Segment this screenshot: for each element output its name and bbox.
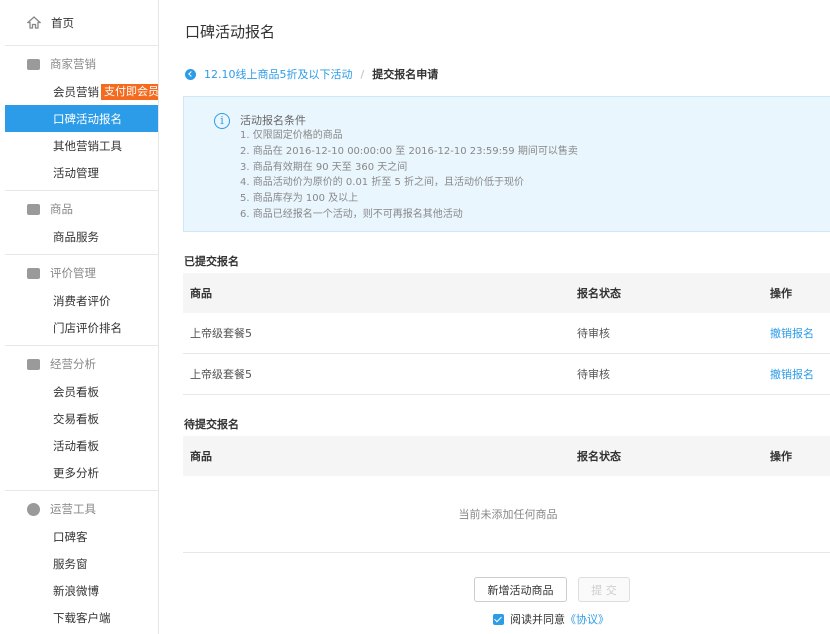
notice-item: 2. 商品在 2016-12-10 00:00:00 至 2016-12-10 … (240, 145, 578, 157)
sidebar-item-consumer-review[interactable]: 消费者评价 (5, 287, 158, 314)
notice-item: 4. 商品活动价为原价的 0.01 折至 5 折之间，且活动价低于现价 (240, 177, 525, 189)
sidebar-group-operations: 运营工具 口碑客 服务窗 新浪微博 下载客户端 (5, 495, 158, 634)
empty-state: 当前未添加任何商品 (183, 476, 830, 553)
sidebar-item-label: 会员看板 (53, 384, 99, 399)
operations-icon (27, 502, 40, 516)
sidebar-item-label: 首页 (51, 15, 74, 30)
sidebar-group-marketing: 商家营销 会员营销 支付即会员 口碑活动报名 其他营销工具 活动管理 (5, 50, 158, 191)
sidebar-item-koubeike[interactable]: 口碑客 (5, 523, 158, 550)
sidebar-item-label: 门店评价排名 (53, 320, 122, 335)
submitted-section-title: 已提交报名 (184, 255, 239, 268)
agreement: 阅读并同意 《协议》 (493, 611, 609, 627)
sidebar-group-head[interactable]: 运营工具 (5, 495, 158, 523)
sidebar-item-member-marketing[interactable]: 会员营销 支付即会员 (5, 78, 158, 105)
sidebar-item-more-analysis[interactable]: 更多分析 (5, 459, 158, 486)
sidebar-item-goods-service[interactable]: 商品服务 (5, 223, 158, 250)
sidebar-item-label: 交易看板 (53, 411, 99, 426)
product-cell: 上帝级套餐5 (190, 327, 252, 340)
table-header: 商品 报名状态 操作 (183, 273, 830, 313)
breadcrumb-link[interactable]: 12.10线上商品5折及以下活动 (204, 66, 353, 82)
sidebar-group-title: 商家营销 (50, 57, 96, 71)
sidebar-item-label: 活动管理 (53, 165, 99, 180)
status-cell: 待审核 (577, 327, 610, 340)
sidebar-item-label: 口碑活动报名 (53, 111, 122, 126)
sidebar-item-home[interactable]: 首页 (5, 0, 158, 46)
breadcrumb-separator: / (360, 67, 365, 81)
column-header: 报名状态 (577, 287, 621, 300)
table-header: 商品 报名状态 操作 (183, 436, 830, 476)
conditions-notice: i 活动报名条件 1. 仅限固定价格的商品 2. 商品在 2016-12-10 … (183, 96, 830, 232)
sidebar-group-title: 评价管理 (50, 266, 96, 280)
sidebar-item-label: 其他营销工具 (53, 138, 122, 153)
sidebar-group-goods: 商品 商品服务 (5, 195, 158, 255)
agreement-checkbox[interactable] (493, 613, 504, 625)
page-title: 口碑活动报名 (185, 23, 276, 41)
cancel-registration-link[interactable]: 撤销报名 (770, 325, 830, 341)
goods-icon (27, 203, 40, 215)
back-arrow-icon[interactable] (185, 68, 196, 80)
sidebar-group-analysis: 经营分析 会员看板 交易看板 活动看板 更多分析 (5, 350, 158, 491)
sidebar-item-label: 更多分析 (53, 465, 99, 480)
sidebar-group-title: 商品 (50, 202, 73, 216)
column-header: 商品 (190, 450, 212, 463)
sidebar-item-label: 服务窗 (53, 556, 88, 571)
agreement-text: 阅读并同意 (510, 613, 565, 626)
sidebar-item-label: 口碑客 (53, 529, 88, 544)
notice-item: 6. 商品已经报名一个活动，则不可再报名其他活动 (240, 208, 463, 220)
sidebar-item-trade-board[interactable]: 交易看板 (5, 405, 158, 432)
sidebar-group-head[interactable]: 评价管理 (5, 259, 158, 287)
column-header: 操作 (770, 287, 792, 300)
status-cell: 待审核 (577, 368, 610, 381)
notice-list: 1. 仅限固定价格的商品 2. 商品在 2016-12-10 00:00:00 … (240, 128, 578, 223)
sidebar-item-label: 新浪微博 (53, 583, 99, 598)
home-icon (27, 16, 41, 29)
sidebar-group-title: 经营分析 (50, 357, 96, 371)
breadcrumb: 12.10线上商品5折及以下活动 / 提交报名申请 (185, 66, 438, 82)
info-icon: i (214, 113, 230, 129)
submitted-table: 商品 报名状态 操作 上帝级套餐5 待审核 撤销报名 上帝级套餐5 待审核 撤销… (183, 273, 830, 395)
notice-item: 3. 商品有效期在 90 天至 360 天之间 (240, 161, 408, 173)
notice-item: 5. 商品库存为 100 及以上 (240, 193, 359, 205)
sidebar-group-head[interactable]: 商品 (5, 195, 158, 223)
sidebar-item-label: 消费者评价 (53, 293, 111, 308)
sidebar-item-weibo[interactable]: 新浪微博 (5, 577, 158, 604)
product-cell: 上帝级套餐5 (190, 368, 252, 381)
notice-title: 活动报名条件 (240, 114, 306, 127)
sidebar-item-member-board[interactable]: 会员看板 (5, 378, 158, 405)
sidebar-item-download-client[interactable]: 下载客户端 (5, 604, 158, 631)
add-activity-goods-button[interactable]: 新增活动商品 (474, 577, 567, 602)
sidebar-item-activity-management[interactable]: 活动管理 (5, 159, 158, 186)
submit-button[interactable]: 提 交 (578, 577, 630, 602)
pending-section-title: 待提交报名 (184, 418, 239, 431)
column-header: 操作 (770, 450, 792, 463)
review-icon (27, 267, 40, 279)
sidebar-item-other-tools[interactable]: 其他营销工具 (5, 132, 158, 159)
sidebar-item-store-ranking[interactable]: 门店评价排名 (5, 314, 158, 341)
pay-member-badge: 支付即会员 (101, 83, 158, 100)
sidebar-group-title: 运营工具 (50, 502, 96, 516)
sidebar-item-label: 会员营销 (53, 84, 99, 99)
cancel-registration-link[interactable]: 撤销报名 (770, 366, 830, 382)
table-row: 上帝级套餐5 待审核 撤销报名 (183, 313, 830, 354)
table-row: 上帝级套餐5 待审核 撤销报名 (183, 354, 830, 395)
breadcrumb-current: 提交报名申请 (372, 68, 439, 81)
marketing-icon (27, 58, 40, 70)
sidebar: 首页 商家营销 会员营销 支付即会员 口碑活动报名 其他营销工具 活动管理 商品… (5, 0, 159, 634)
sidebar-item-label: 下载客户端 (53, 610, 111, 625)
analysis-icon (27, 358, 40, 370)
column-header: 报名状态 (577, 450, 621, 463)
sidebar-item-label: 商品服务 (53, 229, 99, 244)
sidebar-group-review: 评价管理 消费者评价 门店评价排名 (5, 259, 158, 346)
sidebar-item-label: 活动看板 (53, 438, 99, 453)
sidebar-item-service-window[interactable]: 服务窗 (5, 550, 158, 577)
sidebar-group-head[interactable]: 经营分析 (5, 350, 158, 378)
column-header: 商品 (190, 287, 212, 300)
notice-item: 1. 仅限固定价格的商品 (240, 130, 343, 141)
sidebar-group-head[interactable]: 商家营销 (5, 50, 158, 78)
sidebar-item-activity-board[interactable]: 活动看板 (5, 432, 158, 459)
sidebar-item-koubei-activity[interactable]: 口碑活动报名 (5, 105, 158, 132)
pending-table: 商品 报名状态 操作 当前未添加任何商品 (183, 436, 830, 553)
agreement-link[interactable]: 《协议》 (565, 611, 609, 627)
main-content: 口碑活动报名 12.10线上商品5折及以下活动 / 提交报名申请 i 活动报名条… (160, 0, 830, 634)
